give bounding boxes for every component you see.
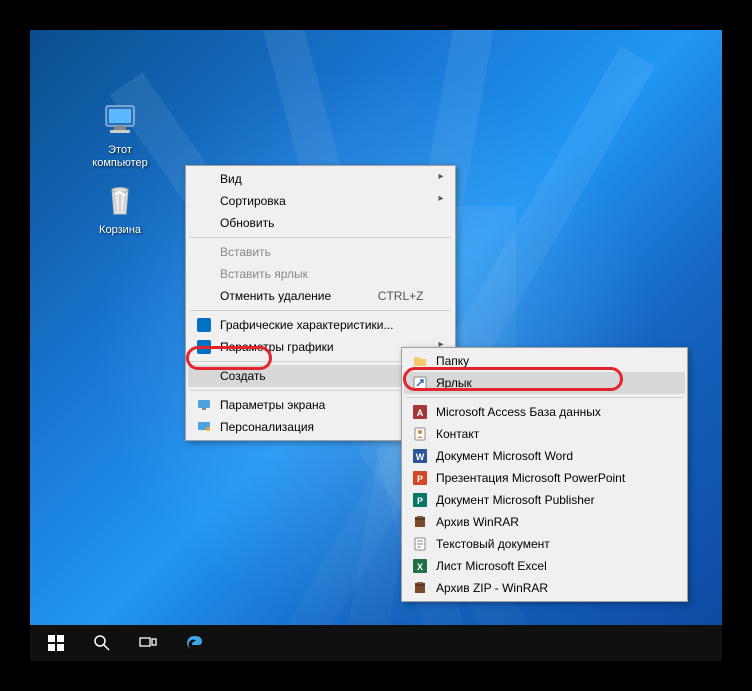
edge-icon (184, 633, 204, 653)
intel-icon (196, 317, 212, 333)
menu-separator (406, 397, 683, 398)
menu-item-paste: Вставить (188, 241, 453, 263)
excel-icon: X (412, 558, 428, 574)
winrar-icon (412, 514, 428, 530)
submenu-item-word[interactable]: W Документ Microsoft Word (404, 445, 685, 467)
submenu-item-winrar-zip[interactable]: Архив ZIP - WinRAR (404, 577, 685, 599)
submenu-item-winrar[interactable]: Архив WinRAR (404, 511, 685, 533)
svg-text:A: A (417, 408, 424, 418)
personalization-icon (196, 419, 212, 435)
menu-item-refresh[interactable]: Обновить (188, 212, 453, 234)
start-button[interactable] (34, 625, 78, 661)
menu-item-sort[interactable]: Сортировка (188, 190, 453, 212)
submenu-item-access[interactable]: A Microsoft Access База данных (404, 401, 685, 423)
submenu-item-contact[interactable]: Контакт (404, 423, 685, 445)
svg-text:P: P (417, 496, 423, 506)
shortcut-icon (412, 375, 428, 391)
task-view-button[interactable] (126, 625, 170, 661)
svg-text:X: X (417, 562, 423, 572)
menu-item-view[interactable]: Вид (188, 168, 453, 190)
windows-logo-icon (48, 635, 64, 651)
edge-button[interactable] (172, 625, 216, 661)
menu-separator (190, 237, 451, 238)
folder-icon (412, 353, 428, 369)
search-button[interactable] (80, 625, 124, 661)
powerpoint-icon: P (412, 470, 428, 486)
intel-icon (196, 339, 212, 355)
word-icon: W (412, 448, 428, 464)
menu-item-paste-shortcut: Вставить ярлык (188, 263, 453, 285)
create-submenu: Папку Ярлык A Microsoft Access База данн… (401, 347, 688, 602)
access-icon: A (412, 404, 428, 420)
submenu-item-excel[interactable]: X Лист Microsoft Excel (404, 555, 685, 577)
winrar-zip-icon (412, 580, 428, 596)
desktop-icon-recycle-bin[interactable]: Корзина (85, 180, 155, 237)
taskbar (30, 625, 722, 661)
svg-text:P: P (417, 474, 423, 484)
contact-icon (412, 426, 428, 442)
menu-separator (190, 310, 451, 311)
submenu-item-publisher[interactable]: P Документ Microsoft Publisher (404, 489, 685, 511)
svg-text:W: W (416, 452, 425, 462)
submenu-item-text[interactable]: Текстовый документ (404, 533, 685, 555)
display-icon (196, 397, 212, 413)
text-icon (412, 536, 428, 552)
recycle-bin-icon (100, 180, 140, 220)
task-view-icon (139, 634, 157, 652)
desktop-icon-this-pc[interactable]: Этот компьютер (85, 100, 155, 170)
submenu-item-shortcut[interactable]: Ярлык (404, 372, 685, 394)
submenu-item-folder[interactable]: Папку (404, 350, 685, 372)
desktop-icon-label: Этот компьютер (85, 144, 155, 170)
submenu-item-powerpoint[interactable]: P Презентация Microsoft PowerPoint (404, 467, 685, 489)
desktop-icon-label: Корзина (85, 224, 155, 237)
search-icon (93, 634, 111, 652)
desktop[interactable]: Этот компьютер Корзина Вид Сортировка Об… (30, 30, 722, 661)
menu-shortcut: CTRL+Z (378, 289, 424, 303)
menu-item-undo-delete[interactable]: Отменить удалениеCTRL+Z (188, 285, 453, 307)
menu-item-graphics-chars[interactable]: Графические характеристики... (188, 314, 453, 336)
computer-icon (100, 100, 140, 140)
publisher-icon: P (412, 492, 428, 508)
